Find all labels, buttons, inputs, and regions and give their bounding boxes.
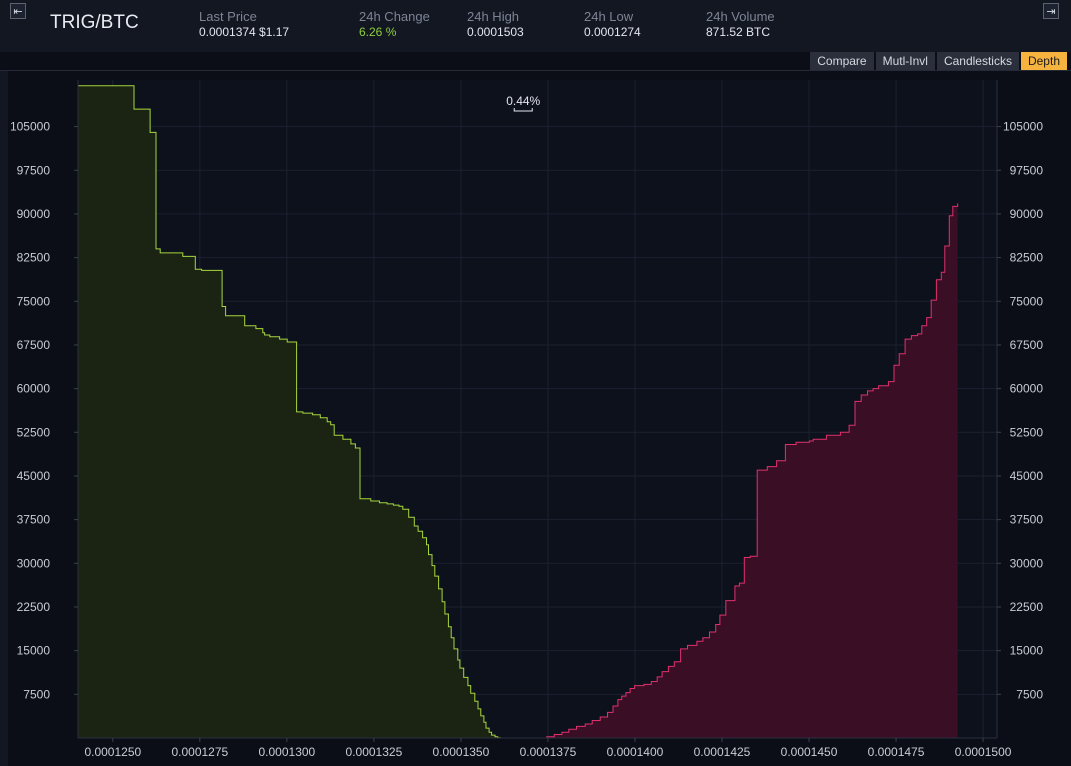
y-tick-label-right: 15000 bbox=[1010, 644, 1044, 658]
y-tick-label-left: 105000 bbox=[10, 120, 50, 134]
spread-label: 0.44% bbox=[506, 94, 540, 108]
y-tick-label-right: 97500 bbox=[1010, 163, 1044, 177]
x-tick-label: 0.0001400 bbox=[607, 745, 664, 759]
y-tick-label-right: 7500 bbox=[1016, 687, 1043, 701]
y-tick-label-right: 30000 bbox=[1010, 556, 1044, 570]
y-tick-label-left: 75000 bbox=[17, 294, 51, 308]
y-tick-label-left: 15000 bbox=[17, 644, 51, 658]
y-tick-label-right: 105000 bbox=[1003, 120, 1043, 134]
x-tick-label: 0.0001250 bbox=[84, 745, 141, 759]
x-tick-label: 0.0001275 bbox=[171, 745, 228, 759]
y-tick-label-left: 82500 bbox=[17, 251, 51, 265]
x-tick-label: 0.0001350 bbox=[433, 745, 490, 759]
x-tick-label: 0.0001425 bbox=[694, 745, 751, 759]
y-tick-label-left: 7500 bbox=[23, 687, 50, 701]
y-tick-label-right: 82500 bbox=[1010, 251, 1044, 265]
y-tick-label-left: 52500 bbox=[17, 425, 51, 439]
x-tick-label: 0.0001450 bbox=[781, 745, 838, 759]
x-tick-label: 0.0001475 bbox=[868, 745, 925, 759]
depth-chart[interactable]: 105000 105000 97500 97500 90000 90000 82500 825… bbox=[0, 0, 1071, 766]
y-tick-label-left: 45000 bbox=[17, 469, 51, 483]
y-tick-label-right: 37500 bbox=[1010, 513, 1044, 527]
y-tick-label-right: 90000 bbox=[1010, 207, 1044, 221]
y-tick-label-right: 60000 bbox=[1010, 382, 1044, 396]
y-tick-label-right: 67500 bbox=[1010, 338, 1044, 352]
y-tick-label-left: 97500 bbox=[17, 163, 51, 177]
y-tick-label-left: 90000 bbox=[17, 207, 51, 221]
x-tick-label: 0.0001375 bbox=[520, 745, 577, 759]
y-tick-label-right: 75000 bbox=[1010, 294, 1044, 308]
y-tick-label-left: 37500 bbox=[17, 513, 51, 527]
x-tick-label: 0.0001500 bbox=[955, 745, 1012, 759]
y-tick-label-left: 30000 bbox=[17, 556, 51, 570]
y-tick-label-right: 22500 bbox=[1010, 600, 1044, 614]
y-tick-label-left: 22500 bbox=[17, 600, 51, 614]
x-tick-label: 0.0001300 bbox=[258, 745, 315, 759]
y-tick-label-right: 45000 bbox=[1010, 469, 1044, 483]
y-tick-label-right: 52500 bbox=[1010, 425, 1044, 439]
y-tick-label-left: 67500 bbox=[17, 338, 51, 352]
y-tick-label-left: 60000 bbox=[17, 382, 51, 396]
x-tick-label: 0.0001325 bbox=[346, 745, 403, 759]
